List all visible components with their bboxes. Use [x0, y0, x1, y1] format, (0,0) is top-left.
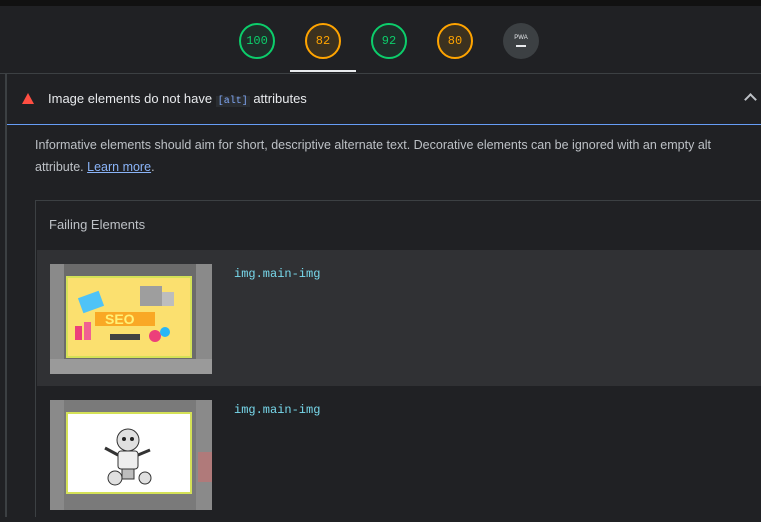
table-row: img.main-img: [37, 386, 761, 522]
gauge-seo-score: 80: [447, 34, 463, 48]
element-selector[interactable]: img.main-img: [234, 403, 320, 417]
panel-left-border: [5, 74, 7, 517]
failing-elements-table: Failing Elements SEO img.main-img img.ma…: [35, 200, 761, 522]
gauge-accessibility[interactable]: 82: [305, 23, 341, 59]
gauge-performance-score: 100: [246, 34, 268, 48]
element-selector[interactable]: img.main-img: [234, 267, 320, 281]
audit-title-suffix: attributes: [253, 91, 307, 106]
element-thumbnail-robot: [50, 400, 212, 510]
audit-title-code: [alt]: [215, 96, 250, 107]
score-header: 100 82 92 80 PWA: [0, 6, 761, 74]
chevron-up-icon[interactable]: [744, 93, 757, 106]
learn-more-link[interactable]: Learn more: [87, 160, 151, 174]
element-thumbnail-seo: SEO: [50, 264, 212, 374]
active-tab-indicator: [290, 70, 356, 72]
gauge-best-practices[interactable]: 92: [371, 23, 407, 59]
audit-title: Image elements do not have [alt] attribu…: [48, 91, 307, 107]
svg-text:SEO: SEO: [105, 311, 135, 327]
table-header: Failing Elements: [49, 217, 146, 232]
pwa-label: PWA: [514, 35, 528, 41]
audit-header[interactable]: Image elements do not have [alt] attribu…: [7, 74, 761, 125]
audit-description: Informative elements should aim for shor…: [35, 134, 757, 178]
audit-title-prefix: Image elements do not have: [48, 91, 213, 106]
gauge-performance[interactable]: 100: [239, 23, 275, 59]
pwa-dash-icon: [516, 45, 526, 47]
fail-triangle-icon: [22, 93, 34, 104]
gauge-pwa[interactable]: PWA: [503, 23, 539, 59]
table-row: SEO img.main-img: [37, 250, 761, 386]
gauge-best-practices-score: 92: [381, 34, 397, 48]
gauge-accessibility-score: 82: [315, 34, 331, 48]
description-period: .: [151, 160, 155, 174]
gauge-seo[interactable]: 80: [437, 23, 473, 59]
